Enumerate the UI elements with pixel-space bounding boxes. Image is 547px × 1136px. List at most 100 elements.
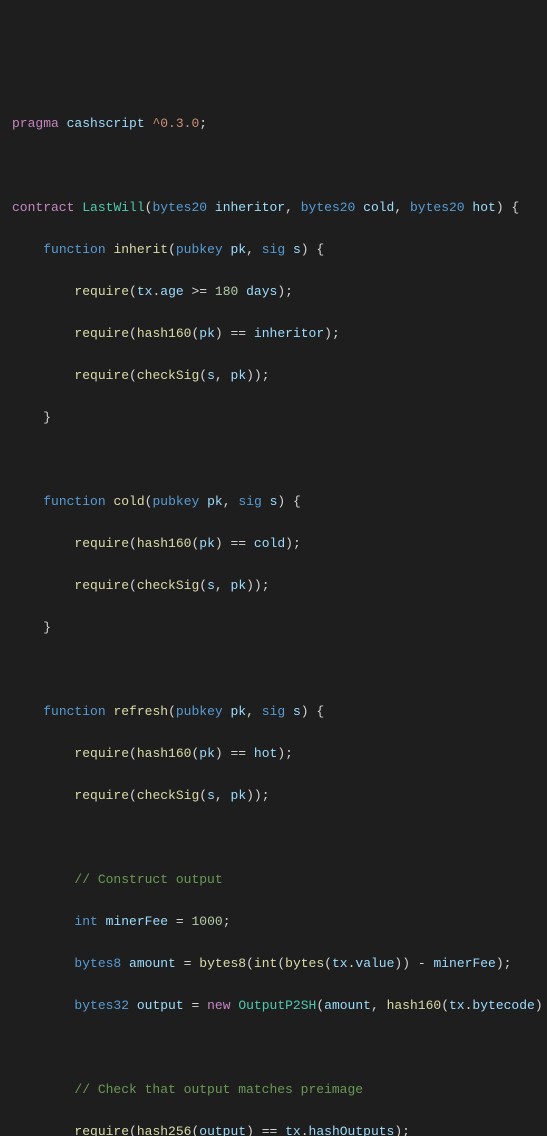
var: hot bbox=[254, 746, 277, 761]
param: hot bbox=[472, 200, 495, 215]
bytes8-call: bytes8 bbox=[199, 956, 246, 971]
code-line: require(checkSig(s, pk)); bbox=[12, 365, 535, 386]
int-call: int bbox=[254, 956, 277, 971]
type: sig bbox=[238, 494, 261, 509]
param: pk bbox=[207, 494, 223, 509]
code-line: int minerFee = 1000; bbox=[12, 911, 535, 932]
code-line: require(hash160(pk) == hot); bbox=[12, 743, 535, 764]
var: output bbox=[137, 998, 184, 1013]
type: pubkey bbox=[176, 704, 223, 719]
blank-line bbox=[12, 1037, 535, 1058]
type: pubkey bbox=[152, 494, 199, 509]
pragma-keyword: pragma bbox=[12, 116, 59, 131]
param: s bbox=[293, 704, 301, 719]
class-name: OutputP2SH bbox=[238, 998, 316, 1013]
tx-obj: tx bbox=[449, 998, 465, 1013]
days-unit: days bbox=[246, 284, 277, 299]
require-call: require bbox=[74, 536, 129, 551]
comment: // Check that output matches preimage bbox=[74, 1082, 363, 1097]
code-line: require(hash160(pk) == inheritor); bbox=[12, 323, 535, 344]
code-line: bytes8 amount = bytes8(int(bytes(tx.valu… bbox=[12, 953, 535, 974]
code-line: contract LastWill(bytes20 inheritor, byt… bbox=[12, 197, 535, 218]
contract-name: LastWill bbox=[82, 200, 144, 215]
code-line: require(tx.age >= 180 days); bbox=[12, 281, 535, 302]
var: minerFee bbox=[106, 914, 168, 929]
var: s bbox=[207, 578, 215, 593]
new-keyword: new bbox=[207, 998, 230, 1013]
blank-line bbox=[12, 449, 535, 470]
require-call: require bbox=[74, 788, 129, 803]
var: pk bbox=[231, 788, 247, 803]
type: int bbox=[74, 914, 97, 929]
contract-keyword: contract bbox=[12, 200, 74, 215]
require-call: require bbox=[74, 284, 129, 299]
number: 1000 bbox=[192, 914, 223, 929]
member: value bbox=[355, 956, 394, 971]
member: hashOutputs bbox=[309, 1124, 395, 1136]
var: pk bbox=[199, 326, 215, 341]
require-call: require bbox=[74, 326, 129, 341]
type: bytes20 bbox=[301, 200, 356, 215]
type: bytes20 bbox=[152, 200, 207, 215]
code-block: pragma cashscript ^0.3.0; contract LastW… bbox=[12, 92, 535, 1136]
var: pk bbox=[231, 368, 247, 383]
var: output bbox=[199, 1124, 246, 1136]
code-line: function inherit(pubkey pk, sig s) { bbox=[12, 239, 535, 260]
type: pubkey bbox=[176, 242, 223, 257]
tx-obj: tx bbox=[285, 1124, 301, 1136]
pragma-name: cashscript bbox=[67, 116, 145, 131]
param: cold bbox=[363, 200, 394, 215]
code-line: // Check that output matches preimage bbox=[12, 1079, 535, 1100]
var: inheritor bbox=[254, 326, 324, 341]
hash160-call: hash160 bbox=[137, 536, 192, 551]
function-name: cold bbox=[113, 494, 144, 509]
checksig-call: checkSig bbox=[137, 578, 199, 593]
comment: // Construct output bbox=[74, 872, 222, 887]
member: age bbox=[160, 284, 183, 299]
function-keyword: function bbox=[43, 704, 105, 719]
var: amount bbox=[129, 956, 176, 971]
code-line: require(checkSig(s, pk)); bbox=[12, 575, 535, 596]
blank-line bbox=[12, 155, 535, 176]
pragma-version: ^0.3.0 bbox=[152, 116, 199, 131]
type: bytes32 bbox=[74, 998, 129, 1013]
code-line: require(hash160(pk) == cold); bbox=[12, 533, 535, 554]
var: s bbox=[207, 788, 215, 803]
require-call: require bbox=[74, 368, 129, 383]
code-line: } bbox=[12, 617, 535, 638]
code-line: pragma cashscript ^0.3.0; bbox=[12, 113, 535, 134]
checksig-call: checkSig bbox=[137, 368, 199, 383]
function-name: inherit bbox=[113, 242, 168, 257]
code-line: } bbox=[12, 407, 535, 428]
blank-line bbox=[12, 659, 535, 680]
hash160-call: hash160 bbox=[137, 326, 192, 341]
var: s bbox=[207, 368, 215, 383]
code-line: // Construct output bbox=[12, 869, 535, 890]
hash256-call: hash256 bbox=[137, 1124, 192, 1136]
var: pk bbox=[231, 578, 247, 593]
checksig-call: checkSig bbox=[137, 788, 199, 803]
blank-line bbox=[12, 827, 535, 848]
param: inheritor bbox=[215, 200, 285, 215]
function-keyword: function bbox=[43, 494, 105, 509]
bytes-call: bytes bbox=[285, 956, 324, 971]
var: pk bbox=[199, 536, 215, 551]
function-name: refresh bbox=[113, 704, 168, 719]
code-line: require(hash256(output) == tx.hashOutput… bbox=[12, 1121, 535, 1136]
code-line: require(checkSig(s, pk)); bbox=[12, 785, 535, 806]
var: pk bbox=[199, 746, 215, 761]
hash160-call: hash160 bbox=[387, 998, 442, 1013]
type: sig bbox=[262, 242, 285, 257]
type: bytes20 bbox=[410, 200, 465, 215]
var: minerFee bbox=[433, 956, 495, 971]
var: cold bbox=[254, 536, 285, 551]
code-line: function cold(pubkey pk, sig s) { bbox=[12, 491, 535, 512]
require-call: require bbox=[74, 1124, 129, 1136]
param: pk bbox=[231, 704, 247, 719]
code-line: function refresh(pubkey pk, sig s) { bbox=[12, 701, 535, 722]
code-line: bytes32 output = new OutputP2SH(amount, … bbox=[12, 995, 535, 1016]
number: 180 bbox=[215, 284, 238, 299]
type: bytes8 bbox=[74, 956, 121, 971]
tx-obj: tx bbox=[137, 284, 153, 299]
tx-obj: tx bbox=[332, 956, 348, 971]
